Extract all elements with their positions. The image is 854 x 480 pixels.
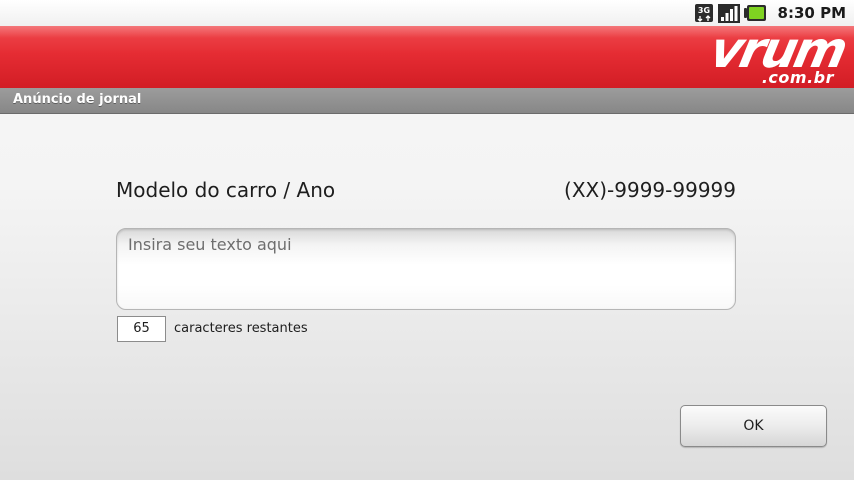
ok-button[interactable]: OK — [680, 405, 827, 447]
ad-text-placeholder: Insira seu texto aqui — [128, 235, 292, 254]
logo-domain: .com.br — [761, 68, 834, 87]
ad-text-input[interactable]: Insira seu texto aqui — [116, 228, 736, 310]
remaining-characters-count: 65 — [117, 316, 166, 342]
battery-icon — [743, 5, 766, 21]
car-model-year-label: Modelo do carro / Ano — [116, 178, 336, 202]
svg-text:3G: 3G — [697, 6, 709, 15]
network-3g-icon: 3G — [694, 4, 713, 22]
title-bar: Anúncio de jornal — [0, 88, 854, 114]
remaining-characters-label: caracteres restantes — [174, 321, 308, 336]
page-title: Anúncio de jornal — [13, 92, 142, 107]
phone-number-label: (XX)-9999-99999 — [564, 178, 736, 202]
vrum-logo: vrum .com.br — [698, 21, 850, 88]
brand-header: vrum .com.br — [0, 21, 854, 88]
